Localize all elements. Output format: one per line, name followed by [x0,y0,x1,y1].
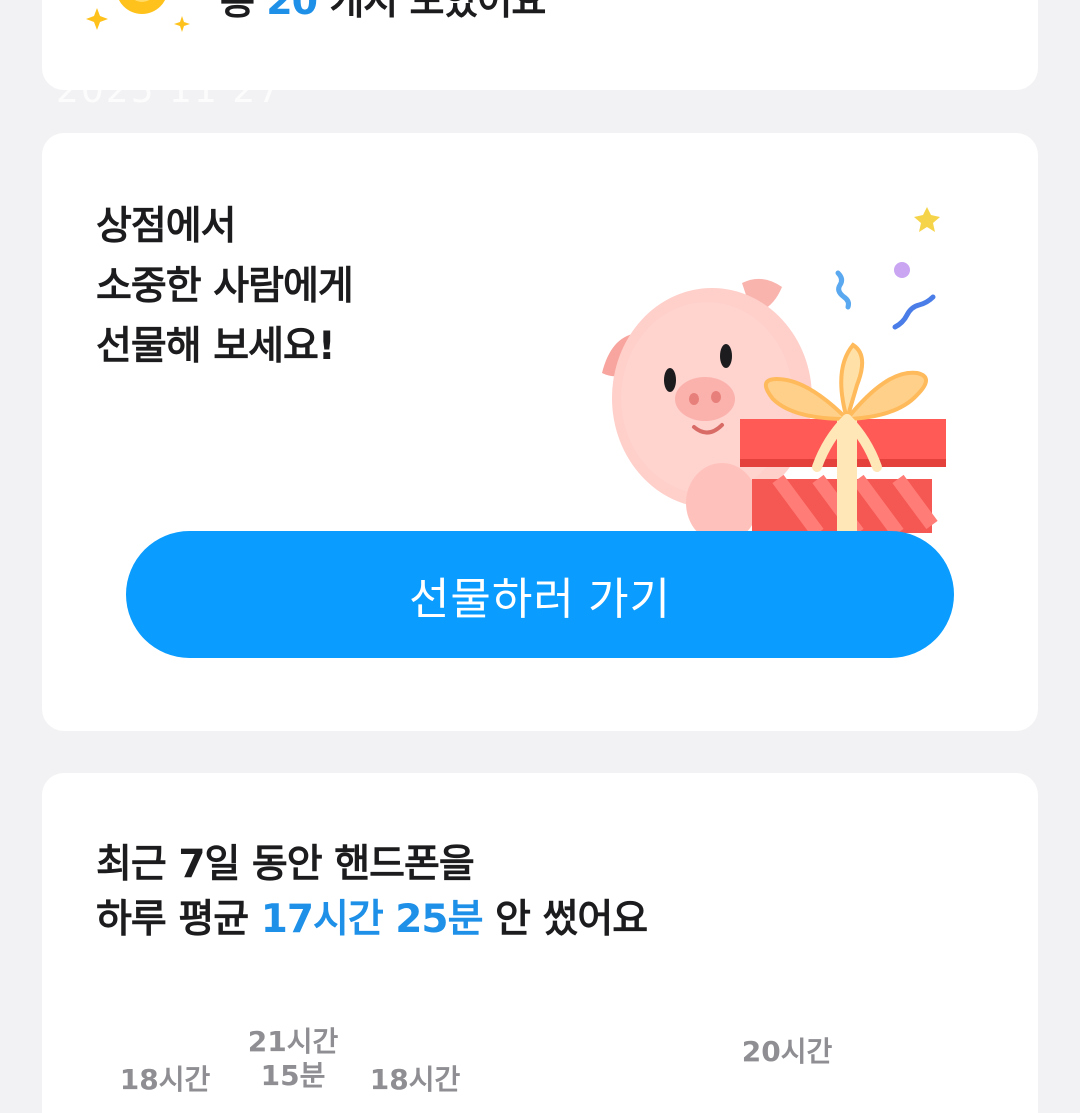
total-prefix: 총 [220,0,255,23]
stats-line-1: 최근 7일 동안 핸드폰을 [96,842,475,887]
total-suffix: 캐시 모았어요 [329,0,546,23]
gift-headline: 상점에서 소중한 사람에게 선물해 보세요! [96,204,354,369]
bar-label-day1: 18시간 [119,1063,211,1096]
bar-label-day6: 20시간 [741,1035,833,1068]
average-time-highlight: 17시간 25분 [260,897,484,942]
stats-prefix: 하루 평균 [96,897,249,942]
total-cash-amount: 20 [266,0,318,23]
total-cash-text: 총 20 캐시 모았어요 [220,0,546,23]
pig-gift-illustration [602,207,946,533]
bar-label-day3: 18시간 [369,1063,461,1096]
gift-card: 상점에서 소중한 사람에게 선물해 보세요! 선물하러 가기 [42,133,1038,731]
phone-usage-card: 최근 7일 동안 핸드폰을 하루 평균 17시간 25분 안 썼어요 18시간 … [42,773,1038,1113]
date-watermark: 2025 11 27 [56,70,283,111]
bar-label-day2: 21시간 15분 [247,1025,339,1092]
stats-suffix: 안 썼어요 [495,897,648,942]
stats-line-2: 하루 평균 17시간 25분 안 썼어요 [96,888,648,944]
go-gift-button[interactable]: 선물하러 가기 [126,531,954,658]
coin-sparkle-icon [86,0,190,32]
